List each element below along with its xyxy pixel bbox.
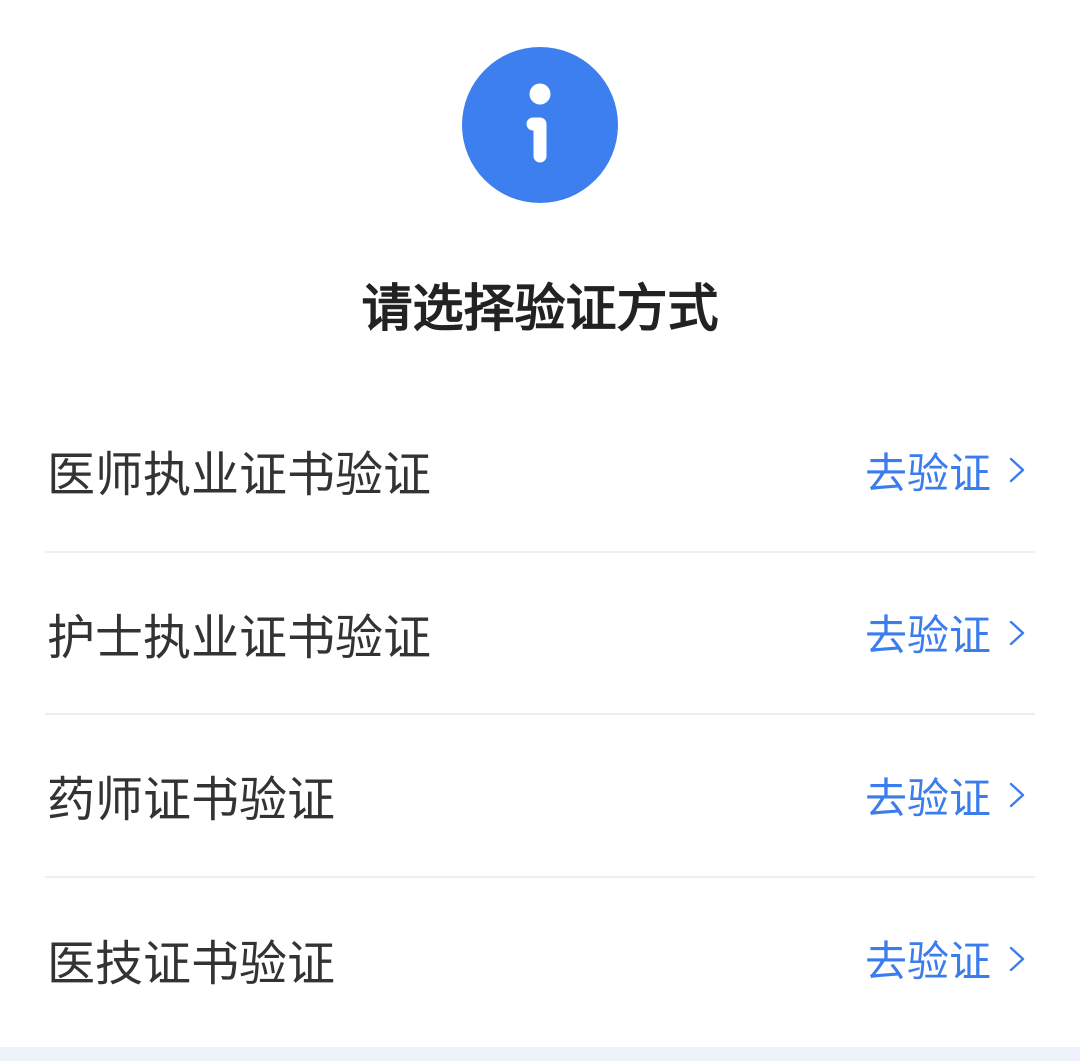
bottom-band <box>0 1047 1080 1061</box>
verify-link[interactable]: 去验证 <box>865 602 1027 663</box>
option-label: 医师执业证书验证 <box>47 447 432 504</box>
verify-link-label: 去验证 <box>864 448 991 498</box>
verification-options-list: 医师执业证书验证 去验证 护士执业证书验证 去验证 药师证书验证 去验证 医技证… <box>45 390 1035 1040</box>
chevron-right-icon <box>1009 458 1025 483</box>
chevron-right-icon <box>1009 783 1025 808</box>
option-label: 医技证书验证 <box>47 935 336 992</box>
chevron-right-icon <box>1009 620 1025 645</box>
info-icon-stem <box>526 117 547 163</box>
info-icon <box>462 47 618 203</box>
page-title: 请选择验证方式 <box>361 280 719 339</box>
verify-link[interactable]: 去验证 <box>865 440 1027 501</box>
info-icon-dot <box>529 83 551 105</box>
verify-link-label: 去验证 <box>864 611 991 661</box>
option-row-nurse[interactable]: 护士执业证书验证 去验证 <box>45 553 1035 715</box>
option-label: 药师证书验证 <box>47 772 336 829</box>
verify-link[interactable]: 去验证 <box>865 765 1027 826</box>
option-row-pharmacist[interactable]: 药师证书验证 去验证 <box>45 715 1035 878</box>
option-label: 护士执业证书验证 <box>47 609 432 666</box>
verify-link-label: 去验证 <box>864 773 991 823</box>
option-row-medical-technician[interactable]: 医技证书验证 去验证 <box>45 878 1035 1041</box>
option-row-doctor[interactable]: 医师执业证书验证 去验证 <box>45 390 1035 553</box>
verify-link[interactable]: 去验证 <box>865 928 1027 989</box>
chevron-right-icon <box>1009 946 1025 971</box>
verify-link-label: 去验证 <box>864 937 991 987</box>
